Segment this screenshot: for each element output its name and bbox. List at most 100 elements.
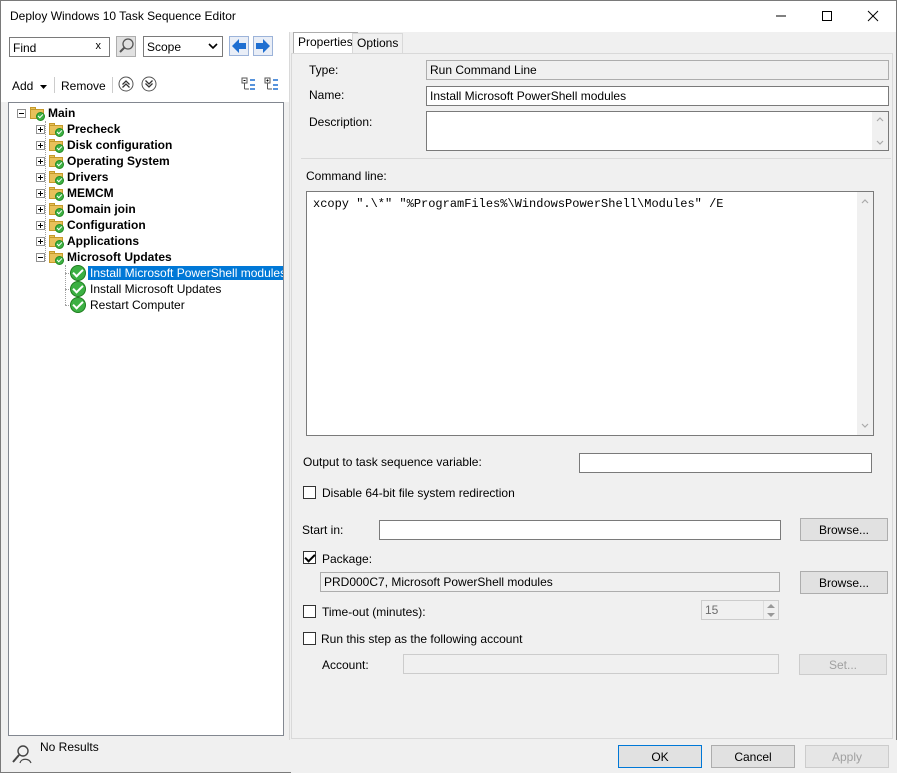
- start-in-field[interactable]: [379, 520, 781, 540]
- search-input[interactable]: Find x: [9, 37, 110, 57]
- tree-item-precheck[interactable]: Precheck: [36, 121, 120, 137]
- collapse-all-button[interactable]: [241, 76, 257, 95]
- pane-splitter[interactable]: [289, 32, 290, 740]
- timeout-spin-buttons[interactable]: [763, 601, 778, 619]
- folder-check-icon: [48, 154, 64, 169]
- description-label: Description:: [309, 115, 373, 129]
- package-checkbox[interactable]: [303, 551, 316, 564]
- name-field[interactable]: Install Microsoft PowerShell modules: [426, 86, 889, 106]
- editor-window: Deploy Windows 10 Task Sequence Editor F…: [0, 0, 897, 773]
- tree-item-applications[interactable]: Applications: [36, 233, 139, 249]
- tree-item-label: Install Microsoft Updates: [90, 282, 222, 296]
- next-result-button[interactable]: [253, 36, 273, 57]
- tree-item-disk-configuration[interactable]: Disk configuration: [36, 137, 172, 153]
- folder-check-icon: [48, 202, 64, 217]
- search-status-text: No Results: [40, 740, 99, 754]
- command-line-scrollbar[interactable]: [857, 192, 873, 435]
- tree-step-install-microsoft-updates[interactable]: Install Microsoft Updates: [70, 281, 223, 297]
- package-field: PRD000C7, Microsoft PowerShell modules: [320, 572, 780, 592]
- spin-down-icon: [767, 613, 775, 617]
- tab-options[interactable]: Options: [352, 33, 404, 53]
- minimize-button[interactable]: [758, 1, 804, 31]
- disable-64bit-label: Disable 64-bit file system redirection: [322, 486, 515, 500]
- move-up-button[interactable]: [118, 76, 134, 95]
- tree-item-memcm[interactable]: MEMCM: [36, 185, 114, 201]
- success-check-icon: [70, 281, 86, 297]
- description-field[interactable]: [426, 111, 889, 151]
- move-down-button[interactable]: [141, 76, 157, 95]
- run-as-label: Run this step as the following account: [321, 632, 523, 646]
- expand-toggle-icon[interactable]: [36, 172, 45, 182]
- cancel-button[interactable]: Cancel: [711, 745, 795, 768]
- collapse-toggle-icon[interactable]: [36, 252, 45, 262]
- scope-dropdown[interactable]: Scope: [143, 36, 223, 57]
- output-variable-label: Output to task sequence variable:: [303, 455, 482, 469]
- previous-result-button[interactable]: [229, 36, 249, 57]
- package-browse-button[interactable]: Browse...: [800, 571, 888, 594]
- expand-all-button[interactable]: [264, 76, 280, 95]
- command-line-field[interactable]: xcopy ".\*" "%ProgramFiles%\WindowsPower…: [306, 191, 874, 436]
- arrow-left-icon: [229, 36, 249, 56]
- collapse-toggle-icon[interactable]: [17, 108, 26, 118]
- name-label: Name:: [309, 88, 345, 102]
- tree-item-configuration[interactable]: Configuration: [36, 217, 146, 233]
- tree-item-main[interactable]: Main: [17, 105, 75, 121]
- timeout-stepper[interactable]: 15: [701, 600, 779, 620]
- chevron-down-icon: [207, 39, 219, 56]
- tree-item-domain-join[interactable]: Domain join: [36, 201, 136, 217]
- folder-check-icon: [48, 122, 64, 137]
- folder-check-icon: [48, 170, 64, 185]
- expand-toggle-icon[interactable]: [36, 156, 45, 166]
- tree-toolbar: Add Remove: [8, 74, 284, 96]
- tree-item-label: Install Microsoft PowerShell modules: [88, 266, 283, 280]
- account-label: Account:: [322, 658, 369, 672]
- tree-step-install-powershell-modules[interactable]: Install Microsoft PowerShell modules: [70, 265, 283, 281]
- expand-toggle-icon[interactable]: [36, 140, 45, 150]
- account-field[interactable]: [403, 654, 779, 674]
- expand-toggle-icon[interactable]: [36, 220, 45, 230]
- maximize-button[interactable]: [804, 1, 850, 31]
- search-button[interactable]: [116, 36, 136, 57]
- disable-64bit-checkbox[interactable]: [303, 486, 316, 499]
- start-in-browse-button[interactable]: Browse...: [800, 518, 888, 541]
- dropdown-arrow-icon: [39, 85, 47, 89]
- scroll-down-icon: [861, 423, 869, 428]
- toolbar-divider: [112, 77, 113, 93]
- tab-properties[interactable]: Properties: [293, 32, 358, 54]
- section-divider: [301, 158, 891, 159]
- search-user-icon: [12, 745, 32, 764]
- account-set-button[interactable]: Set...: [799, 654, 887, 675]
- close-icon: [867, 10, 879, 22]
- tree-item-microsoft-updates[interactable]: Microsoft Updates: [36, 249, 172, 265]
- apply-button[interactable]: Apply: [805, 745, 889, 768]
- tree-connector: [65, 265, 66, 305]
- type-field: Run Command Line: [426, 60, 889, 80]
- timeout-checkbox[interactable]: [303, 605, 316, 618]
- tree-item-label: Applications: [67, 234, 140, 248]
- description-scrollbar[interactable]: [872, 112, 888, 150]
- tree-step-restart-computer[interactable]: Restart Computer: [70, 297, 187, 313]
- folder-check-icon: [48, 250, 64, 265]
- success-check-icon: [70, 297, 86, 313]
- command-line-label: Command line:: [306, 169, 387, 183]
- tree-item-operating-system[interactable]: Operating System: [36, 153, 170, 169]
- title-bar: Deploy Windows 10 Task Sequence Editor: [1, 1, 896, 32]
- expand-toggle-icon[interactable]: [36, 124, 45, 134]
- output-variable-field[interactable]: [579, 453, 872, 473]
- close-button[interactable]: [850, 1, 896, 31]
- spin-up-icon: [767, 604, 775, 608]
- folder-check-icon: [29, 106, 45, 121]
- remove-button[interactable]: Remove: [61, 79, 106, 93]
- add-menu-button[interactable]: Add: [12, 79, 48, 93]
- tree-item-drivers[interactable]: Drivers: [36, 169, 108, 185]
- ok-button[interactable]: OK: [618, 745, 702, 768]
- run-as-checkbox[interactable]: [303, 632, 316, 645]
- arrow-right-icon: [253, 36, 273, 56]
- expand-toggle-icon[interactable]: [36, 188, 45, 198]
- scroll-down-icon: [876, 140, 884, 145]
- command-line-text: xcopy ".\*" "%ProgramFiles%\WindowsPower…: [313, 197, 724, 211]
- expand-toggle-icon[interactable]: [36, 236, 45, 246]
- clear-search-button[interactable]: x: [96, 40, 102, 52]
- expand-tree-icon: [264, 77, 278, 90]
- expand-toggle-icon[interactable]: [36, 204, 45, 214]
